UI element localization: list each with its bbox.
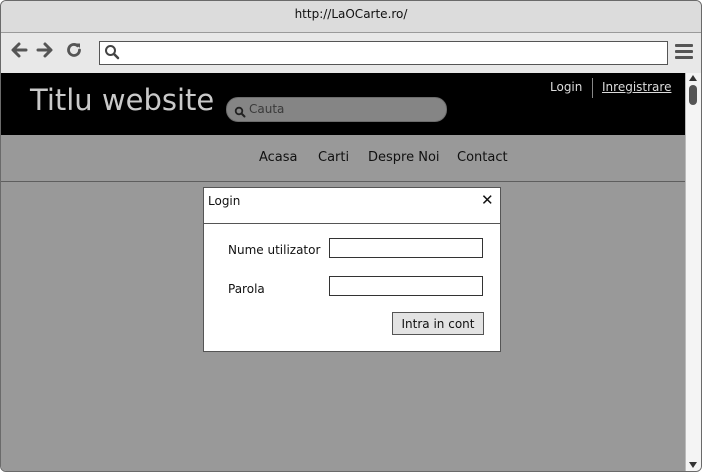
login-dialog-header: Login ✕ bbox=[204, 188, 500, 224]
scroll-down-arrow-icon[interactable] bbox=[689, 462, 697, 468]
site-search-input[interactable] bbox=[249, 101, 434, 117]
browser-window: http://LaOCarte.ro/ Titlu website Cauta … bbox=[0, 0, 702, 472]
login-dialog: Login ✕ Nume utilizator Parola Intra in … bbox=[203, 187, 501, 352]
page-url-title: http://LaOCarte.ro/ bbox=[294, 7, 408, 21]
nav-item-contact[interactable]: Contact bbox=[457, 150, 508, 165]
username-label: Nume utilizator bbox=[228, 243, 321, 257]
scroll-thumb[interactable] bbox=[689, 85, 697, 105]
search-icon bbox=[234, 103, 246, 122]
register-link[interactable]: Inregistrare bbox=[602, 80, 671, 94]
reload-icon[interactable] bbox=[64, 41, 84, 63]
link-divider bbox=[592, 78, 593, 98]
hamburger-menu-icon[interactable] bbox=[675, 44, 693, 62]
nav-item-despre-noi[interactable]: Despre Noi bbox=[368, 150, 440, 165]
close-icon[interactable]: ✕ bbox=[481, 191, 494, 209]
forward-arrow-icon[interactable] bbox=[35, 41, 55, 63]
search-icon bbox=[104, 44, 120, 64]
password-field[interactable] bbox=[329, 276, 483, 296]
username-field[interactable] bbox=[329, 238, 483, 258]
login-submit-button[interactable]: Intra in cont bbox=[392, 312, 484, 335]
nav-item-carti[interactable]: Carti bbox=[318, 150, 349, 165]
login-link[interactable]: Login bbox=[550, 80, 582, 94]
back-arrow-icon[interactable] bbox=[9, 41, 29, 63]
site-title: Titlu website bbox=[30, 83, 215, 117]
vertical-scrollbar[interactable] bbox=[685, 73, 701, 471]
site-search-box[interactable] bbox=[226, 97, 447, 122]
site-nav: Acasa Carti Despre Noi Contact bbox=[1, 135, 685, 182]
browser-toolbar bbox=[1, 33, 701, 73]
page-viewport: Titlu website Login Inregistrare Acasa C… bbox=[1, 73, 685, 471]
browser-titlebar: http://LaOCarte.ro/ bbox=[1, 1, 701, 33]
login-dialog-title: Login bbox=[208, 194, 241, 208]
site-header: Titlu website Login Inregistrare bbox=[1, 73, 685, 135]
scroll-up-arrow-icon[interactable] bbox=[689, 75, 697, 81]
nav-item-acasa[interactable]: Acasa bbox=[259, 150, 298, 165]
password-label: Parola bbox=[228, 282, 265, 296]
address-bar[interactable] bbox=[99, 41, 668, 65]
